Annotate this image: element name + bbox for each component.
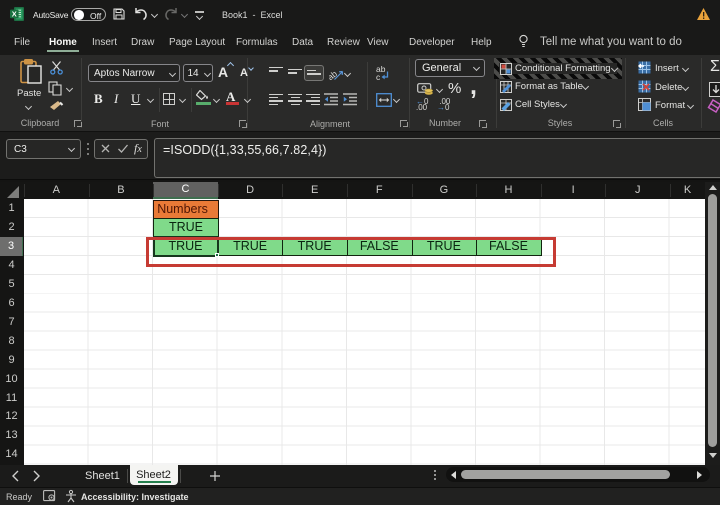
svg-text:X: X: [12, 10, 17, 19]
svg-text:ab: ab: [329, 68, 339, 81]
